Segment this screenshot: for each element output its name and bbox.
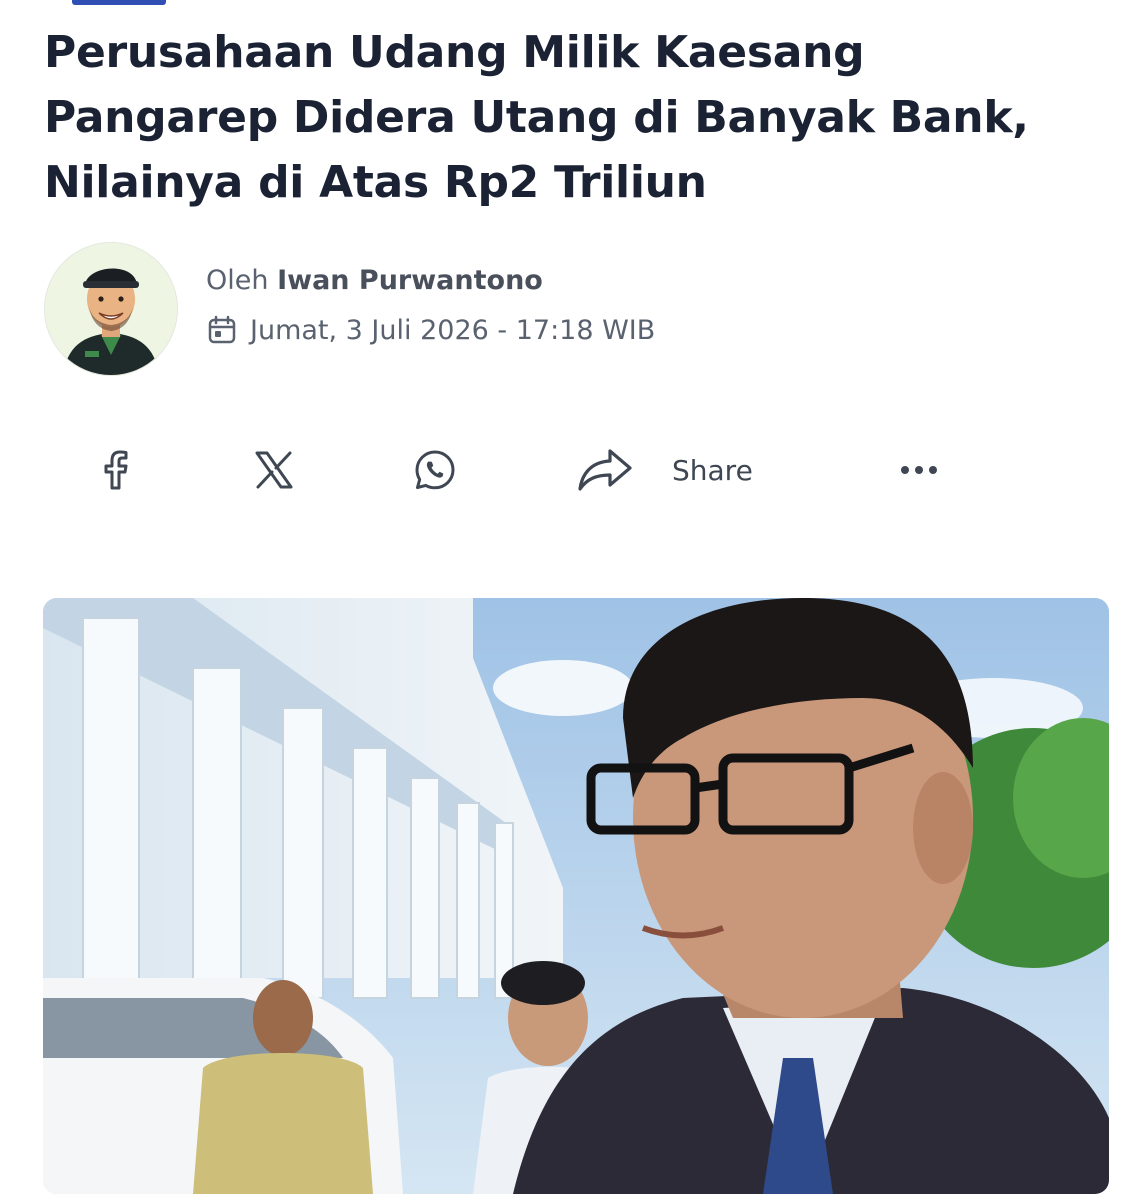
facebook-icon (104, 450, 128, 490)
author-avatar-illustration (45, 243, 177, 375)
whatsapp-share-button[interactable] (412, 448, 458, 492)
more-options-button[interactable] (898, 448, 940, 492)
x-share-button[interactable] (252, 448, 296, 492)
share-button[interactable]: Share (576, 448, 766, 492)
share-label: Share (672, 453, 753, 487)
whatsapp-icon (415, 450, 455, 490)
calendar-icon (206, 314, 238, 346)
author-name[interactable]: Iwan Purwantono (277, 265, 543, 296)
hero-photo-illustration (43, 598, 1109, 1194)
top-accent-bar (72, 0, 166, 5)
byline-prefix: Oleh (206, 265, 269, 296)
share-bar: Share (0, 430, 1142, 510)
facebook-share-button[interactable] (92, 448, 138, 492)
more-icon (901, 466, 937, 474)
publish-date: Jumat, 3 Juli 2026 - 17:18 WIB (206, 314, 655, 346)
article-hero-image[interactable] (43, 598, 1109, 1194)
article-headline: Perusahaan Udang Milik Kaesang Pangarep … (44, 27, 1029, 208)
share-arrow-icon (578, 449, 632, 491)
x-icon (255, 451, 293, 489)
byline: Oleh Iwan Purwantono (206, 265, 543, 296)
author-avatar[interactable] (44, 242, 178, 376)
publish-date-text: Jumat, 3 Juli 2026 - 17:18 WIB (250, 314, 656, 346)
